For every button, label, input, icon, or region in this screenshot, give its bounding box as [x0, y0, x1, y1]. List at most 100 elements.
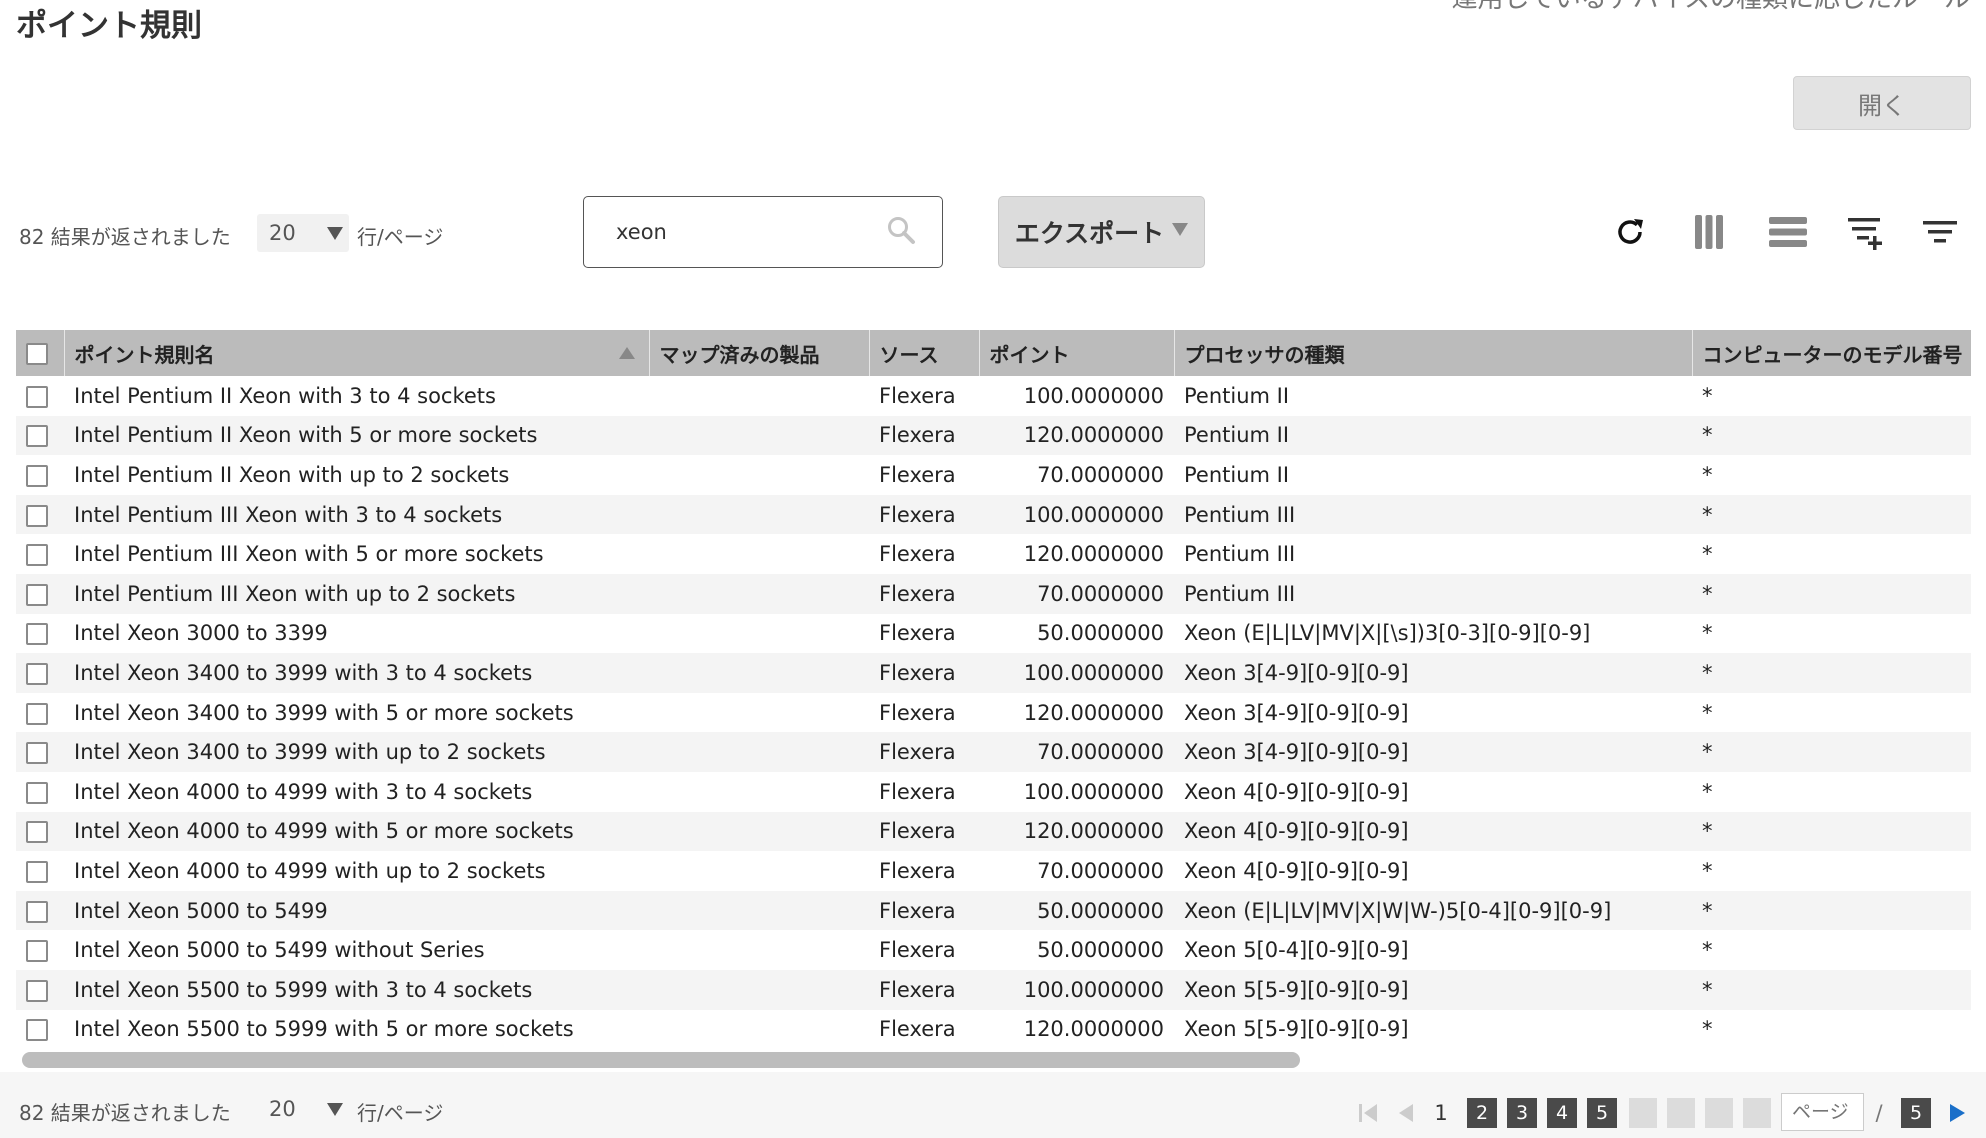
column-view-icon[interactable] — [1683, 208, 1735, 256]
sort-ascending-icon[interactable] — [618, 347, 635, 359]
column-header-label: ソース — [879, 342, 939, 367]
row-checkbox[interactable] — [26, 623, 48, 646]
table-row[interactable]: Intel Pentium III Xeon with up to 2 sock… — [16, 573, 1971, 614]
export-label: エクスポート — [1014, 219, 1165, 248]
row-checkbox[interactable] — [26, 742, 48, 765]
row-select-cell — [16, 614, 64, 654]
column-header-label: マップ済みの製品 — [659, 342, 820, 367]
cell-source: Flexera — [879, 977, 956, 1002]
column-header-computer-model[interactable]: コンピューターのモデル番号 — [1692, 330, 1971, 376]
table-row[interactable]: Intel Xeon 3400 to 3999 with 3 to 4 sock… — [16, 653, 1971, 693]
row-density-icon[interactable] — [1762, 208, 1814, 256]
cell-computer-model: * — [1702, 542, 1713, 567]
rows-per-page-select-bottom[interactable]: 20 — [257, 1090, 349, 1128]
cell-rule-name: Intel Xeon 5000 to 5499 — [74, 898, 328, 923]
row-checkbox[interactable] — [26, 544, 48, 567]
table-row[interactable]: Intel Pentium III Xeon with 3 to 4 socke… — [16, 494, 1971, 535]
page-link-3[interactable]: 3 — [1507, 1098, 1537, 1128]
row-select-cell — [16, 416, 64, 456]
table-row[interactable]: Intel Xeon 4000 to 4999 with 3 to 4 sock… — [16, 772, 1971, 812]
table-row[interactable]: Intel Xeon 4000 to 4999 with up to 2 soc… — [16, 851, 1971, 891]
cell-computer-model: * — [1702, 740, 1713, 765]
cell-rule-name: Intel Xeon 5500 to 5999 with 3 to 4 sock… — [74, 977, 533, 1002]
add-filter-icon[interactable] — [1839, 208, 1891, 256]
export-button[interactable]: エクスポート — [998, 196, 1205, 268]
table-row[interactable]: Intel Xeon 5000 to 5499 Flexera 50.0000000… — [16, 890, 1971, 931]
cell-points: 50.0000000 — [1037, 938, 1164, 963]
page-link-2[interactable]: 2 — [1467, 1098, 1497, 1128]
column-header-processor-type[interactable]: プロセッサの種類 — [1174, 330, 1693, 376]
row-checkbox[interactable] — [26, 1019, 48, 1042]
table-row[interactable]: Intel Pentium II Xeon with 3 to 4 socket… — [16, 376, 1971, 416]
search-box[interactable] — [583, 196, 943, 268]
table-row[interactable]: Intel Xeon 3400 to 3999 with 5 or more s… — [16, 693, 1971, 733]
filter-icon[interactable] — [1914, 208, 1966, 256]
chevron-down-icon — [327, 226, 343, 240]
row-checkbox[interactable] — [26, 860, 48, 883]
table-row[interactable]: Intel Xeon 3000 to 3399 Flexera 50.0000000… — [16, 614, 1971, 654]
row-checkbox[interactable] — [26, 425, 48, 448]
row-checkbox[interactable] — [26, 702, 48, 725]
column-header-points[interactable]: ポイント — [979, 330, 1175, 376]
cell-rule-name: Intel Pentium II Xeon with up to 2 socke… — [74, 462, 510, 487]
horizontal-scrollbar-thumb[interactable] — [22, 1052, 1300, 1068]
table-row[interactable]: Intel Xeon 5500 to 5999 with 5 or more s… — [16, 1010, 1971, 1043]
cell-processor-type: Xeon 5[5-9][0-9][0-9] — [1184, 1017, 1409, 1042]
cell-rule-name: Intel Pentium II Xeon with 5 or more soc… — [74, 423, 538, 448]
table-row[interactable]: Intel Pentium II Xeon with 5 or more soc… — [16, 415, 1971, 456]
row-select-cell — [16, 772, 64, 812]
refresh-icon[interactable] — [1604, 208, 1656, 256]
cell-mapped-products — [649, 732, 869, 772]
table-row[interactable]: Intel Xeon 5500 to 5999 with 3 to 4 sock… — [16, 969, 1971, 1010]
cell-source: Flexera — [879, 462, 956, 487]
table-row[interactable]: Intel Xeon 4000 to 4999 with 5 or more s… — [16, 811, 1971, 852]
page-link-5[interactable]: 5 — [1587, 1098, 1617, 1128]
column-header-rule-name[interactable]: ポイント規則名 — [64, 330, 650, 376]
cell-rule-name: Intel Xeon 4000 to 4999 with 5 or more s… — [74, 819, 574, 844]
open-button[interactable]: 開く — [1793, 76, 1971, 130]
first-page-icon[interactable] — [1356, 1098, 1380, 1128]
next-page-icon[interactable] — [1945, 1098, 1969, 1128]
cell-points: 70.0000000 — [1037, 740, 1164, 765]
row-checkbox[interactable] — [26, 900, 48, 923]
page-placeholder — [1629, 1098, 1657, 1128]
rows-per-page-select[interactable]: 20 — [257, 214, 349, 252]
row-checkbox[interactable] — [26, 979, 48, 1002]
cell-computer-model: * — [1702, 938, 1713, 963]
table-row[interactable]: Intel Xeon 5000 to 5499 without Series Fl… — [16, 930, 1971, 970]
row-checkbox[interactable] — [26, 464, 48, 487]
table-row[interactable]: Intel Pentium III Xeon with 5 or more so… — [16, 534, 1971, 574]
cell-mapped-products — [649, 574, 869, 614]
row-checkbox[interactable] — [26, 821, 48, 844]
cell-mapped-products — [649, 495, 869, 535]
cell-points: 100.0000000 — [1023, 660, 1164, 685]
column-header-mapped-products[interactable]: マップ済みの製品 — [649, 330, 870, 376]
row-checkbox[interactable] — [26, 940, 48, 963]
search-icon[interactable] — [886, 215, 916, 249]
page-number-input[interactable] — [1781, 1093, 1864, 1131]
row-select-cell — [16, 812, 64, 852]
cell-points: 70.0000000 — [1037, 858, 1164, 883]
row-checkbox[interactable] — [26, 662, 48, 685]
row-checkbox[interactable] — [26, 385, 48, 408]
rows-per-page-label: 行/ページ — [357, 225, 444, 249]
table-row[interactable]: Intel Pentium II Xeon with up to 2 socke… — [16, 455, 1971, 495]
row-checkbox[interactable] — [26, 781, 48, 804]
row-checkbox[interactable] — [26, 504, 48, 527]
column-header-source[interactable]: ソース — [869, 330, 980, 376]
cell-processor-type: Pentium II — [1184, 462, 1290, 487]
cell-source: Flexera — [879, 858, 956, 883]
search-input[interactable] — [614, 219, 886, 245]
select-all-checkbox[interactable] — [26, 343, 48, 366]
cell-points: 120.0000000 — [1023, 819, 1164, 844]
cell-rule-name: Intel Xeon 4000 to 4999 with 3 to 4 sock… — [74, 779, 533, 804]
page-placeholder — [1743, 1098, 1771, 1128]
cell-points: 100.0000000 — [1023, 977, 1164, 1002]
select-all-cell[interactable] — [16, 330, 65, 376]
row-select-cell — [16, 1010, 64, 1043]
table-row[interactable]: Intel Xeon 3400 to 3999 with up to 2 soc… — [16, 732, 1971, 772]
row-checkbox[interactable] — [26, 583, 48, 606]
prev-page-icon[interactable] — [1394, 1098, 1418, 1128]
cell-processor-type: Xeon (E|L|LV|MV|X|[\s])3[0-3][0-9][0-9] — [1184, 621, 1591, 646]
page-link-4[interactable]: 4 — [1547, 1098, 1577, 1128]
